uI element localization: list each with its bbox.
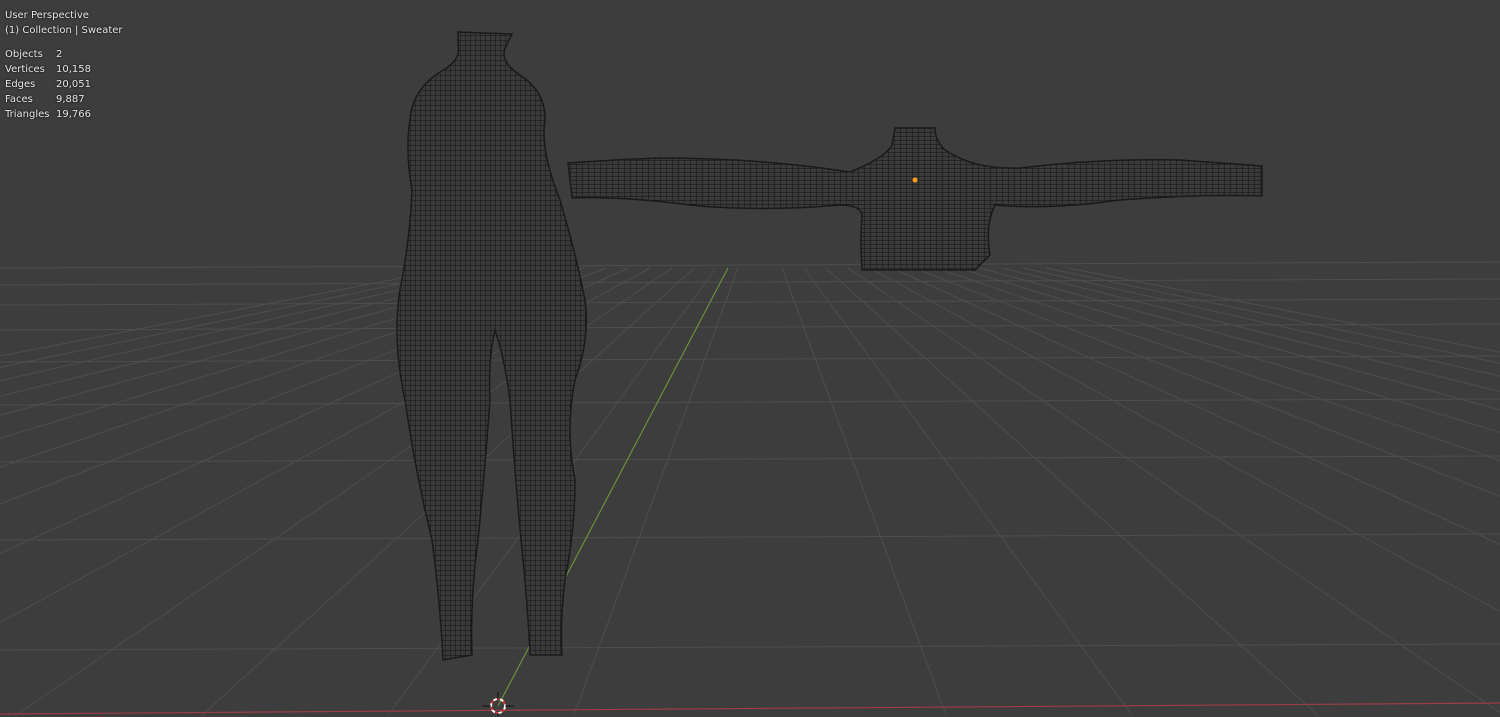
grid-line (891, 267, 1500, 545)
grid-line (1001, 267, 1500, 392)
grid-line (0, 278, 1500, 286)
grid-line (825, 267, 1320, 717)
stat-row: Triangles 19,766 (5, 109, 91, 120)
grid-line (0, 355, 1500, 363)
grid-line (0, 533, 1500, 541)
stat-row: Edges 20,051 (5, 79, 91, 90)
grid-line (869, 267, 1500, 613)
grid-line (0, 643, 1500, 651)
grid-line (0, 261, 1500, 269)
body-mesh[interactable] (396, 31, 587, 661)
grid-line (0, 398, 1500, 406)
x-axis-line (0, 702, 1500, 715)
scene-statistics: Objects 2 Vertices 10,158 Edges 20,051 Face… (5, 47, 123, 122)
grid-line (847, 267, 1500, 714)
sweater-mesh[interactable] (567, 127, 1263, 271)
grid-line (0, 298, 1500, 306)
stat-row: Objects 2 (5, 49, 63, 60)
3d-viewport[interactable]: User Perspective (1) Collection | Sweate… (0, 0, 1500, 717)
collection-info: (1) Collection | Sweater (5, 25, 123, 36)
stat-row: Faces 9,887 (5, 94, 85, 105)
viewport-info-overlay: User Perspective (1) Collection | Sweate… (5, 8, 123, 122)
grid-line (781, 267, 947, 717)
grid-line (573, 267, 739, 717)
grid-line (0, 323, 1500, 331)
stat-row: Vertices 10,158 (5, 64, 91, 75)
scene-canvas[interactable] (0, 0, 1500, 717)
3d-cursor-icon[interactable] (482, 692, 514, 716)
view-name: User Perspective (5, 10, 89, 21)
grid-line (803, 267, 1133, 717)
origin-point (912, 177, 918, 183)
grid-line (979, 267, 1500, 411)
grid-line (0, 455, 1500, 463)
grid-line (1023, 267, 1500, 377)
floor-grid (0, 261, 1500, 717)
